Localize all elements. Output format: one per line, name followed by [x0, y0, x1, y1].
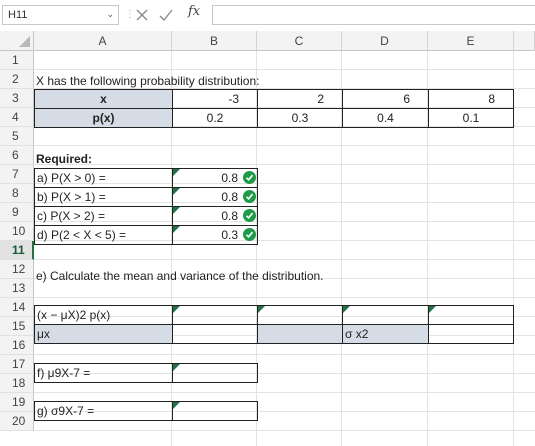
required-heading[interactable]: Required:: [36, 150, 92, 169]
column-header[interactable]: D: [342, 31, 428, 51]
variance-input-cell[interactable]: [428, 324, 514, 344]
comment-marker-icon: [173, 169, 180, 176]
input-cell[interactable]: [172, 305, 258, 325]
cancel-icon[interactable]: [134, 5, 150, 25]
row-header[interactable]: 5: [0, 127, 34, 146]
part-f-cell[interactable]: f) μ9X-7 =: [34, 363, 173, 383]
variance-label-cell[interactable]: σ x2: [342, 324, 429, 344]
input-cell[interactable]: [257, 305, 343, 325]
column-header[interactable]: A: [34, 31, 172, 51]
question-cell[interactable]: a) P(X > 0) =: [34, 168, 173, 188]
row-header[interactable]: 1: [0, 51, 34, 70]
comment-marker-icon: [429, 306, 436, 313]
p-value-cell[interactable]: 0.4: [342, 108, 429, 128]
check-icon: [243, 190, 256, 203]
row-header[interactable]: 13: [0, 279, 34, 298]
comment-marker-icon: [173, 207, 180, 214]
answer-value: 0.8: [221, 171, 238, 185]
insert-function-icon[interactable]: fx: [188, 4, 200, 19]
formula-bar: H11 ⌄ ⋮ fx: [0, 0, 535, 32]
row-header[interactable]: 14: [0, 298, 34, 317]
column-header-partial[interactable]: [514, 31, 535, 51]
row-header[interactable]: 19: [0, 393, 34, 412]
input-cell[interactable]: [428, 305, 514, 325]
comment-marker-icon: [173, 364, 180, 371]
row-header[interactable]: 10: [0, 222, 34, 241]
comment-marker-icon: [258, 306, 265, 313]
row-header[interactable]: 4: [0, 108, 34, 127]
row-header[interactable]: 20: [0, 412, 34, 431]
gridline: [34, 354, 535, 355]
row-header[interactable]: 6: [0, 146, 34, 165]
answer-value: 0.8: [221, 209, 238, 223]
chevron-down-icon[interactable]: ⌄: [106, 9, 114, 20]
part-e-text[interactable]: e) Calculate the mean and variance of th…: [36, 267, 324, 286]
select-all-button[interactable]: [0, 31, 34, 51]
name-box[interactable]: H11 ⌄: [2, 5, 119, 25]
part-g-answer-cell[interactable]: [172, 401, 258, 421]
answer-cell[interactable]: 0.8: [172, 187, 258, 207]
enter-icon[interactable]: [158, 5, 174, 25]
shaded-cell[interactable]: [257, 324, 343, 344]
name-box-value: H11: [8, 9, 28, 21]
check-icon: [243, 209, 256, 222]
row-header[interactable]: 2: [0, 70, 34, 89]
gridline: [34, 392, 535, 393]
check-icon: [243, 228, 256, 241]
deviation-label-cell[interactable]: (x − μX)2 p(x): [34, 305, 173, 325]
answer-value: 0.8: [221, 190, 238, 204]
row-header[interactable]: 11: [0, 241, 34, 260]
x-value-cell[interactable]: 8: [428, 89, 514, 109]
comment-marker-icon: [173, 306, 180, 313]
x-value-cell[interactable]: -3: [172, 89, 258, 109]
row-header[interactable]: 18: [0, 374, 34, 393]
comment-marker-icon: [173, 402, 180, 409]
part-g-cell[interactable]: g) σ9X-7 =: [34, 401, 173, 421]
formula-input[interactable]: [212, 5, 535, 25]
row-header[interactable]: 7: [0, 165, 34, 184]
question-cell[interactable]: d) P(2 < X < 5) =: [34, 225, 173, 245]
spreadsheet-grid: ABCDE 1 2 3 4 5 6 7 8 9 10 11 12 13 14 15 16 17 18 19 20 X …: [0, 31, 535, 446]
x-value-cell[interactable]: 2: [257, 89, 343, 109]
row-header[interactable]: 17: [0, 355, 34, 374]
gridline: [34, 259, 535, 260]
p-label-cell[interactable]: p(x): [34, 108, 173, 128]
p-value-cell[interactable]: 0.3: [257, 108, 343, 128]
comment-marker-icon: [343, 306, 350, 313]
comment-marker-icon: [173, 188, 180, 195]
gridline: [34, 69, 535, 70]
column-header[interactable]: C: [257, 31, 342, 51]
column-header[interactable]: B: [172, 31, 257, 51]
answer-cell[interactable]: 0.8: [172, 168, 258, 188]
gridline: [34, 145, 535, 146]
row-header[interactable]: 16: [0, 336, 34, 355]
part-f-answer-cell[interactable]: [172, 363, 258, 383]
x-label-cell[interactable]: x: [34, 89, 173, 109]
mean-input-cell[interactable]: [172, 324, 258, 344]
p-value-cell[interactable]: 0.1: [428, 108, 514, 128]
answer-value: 0.3: [221, 228, 238, 242]
row-header[interactable]: 9: [0, 203, 34, 222]
row-header[interactable]: 12: [0, 260, 34, 279]
p-value-cell[interactable]: 0.2: [172, 108, 258, 128]
answer-cell[interactable]: 0.8: [172, 206, 258, 226]
mean-label-cell[interactable]: μx: [34, 324, 173, 344]
comment-marker-icon: [173, 226, 180, 233]
check-icon: [243, 171, 256, 184]
question-cell[interactable]: b) P(X > 1) =: [34, 187, 173, 207]
x-value-cell[interactable]: 6: [342, 89, 429, 109]
gridline: [34, 164, 535, 165]
row-header[interactable]: 3: [0, 89, 34, 108]
column-header[interactable]: E: [428, 31, 514, 51]
answer-cell[interactable]: 0.3: [172, 225, 258, 245]
row-header[interactable]: 8: [0, 184, 34, 203]
input-cell[interactable]: [342, 305, 429, 325]
question-cell[interactable]: c) P(X > 2) =: [34, 206, 173, 226]
row-header[interactable]: 15: [0, 317, 34, 336]
gridline: [34, 430, 535, 431]
gridline: [34, 297, 535, 298]
